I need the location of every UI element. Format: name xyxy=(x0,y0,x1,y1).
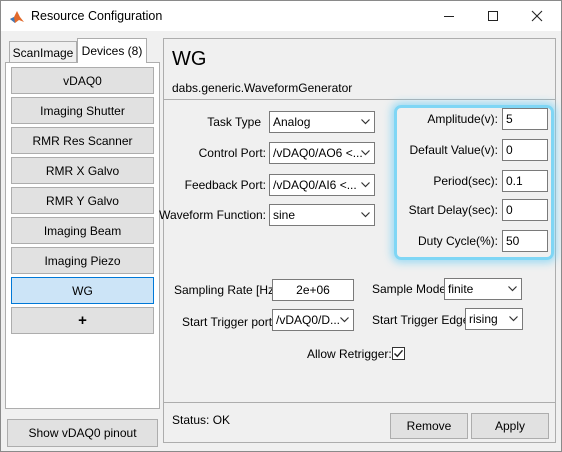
device-button-rmr-res-scanner[interactable]: RMR Res Scanner xyxy=(11,127,154,154)
device-label: RMR X Galvo xyxy=(45,163,120,178)
sampling-rate-label: Sampling Rate [Hz]: xyxy=(174,283,281,297)
close-icon xyxy=(531,10,543,22)
device-button-imaging-shutter[interactable]: Imaging Shutter xyxy=(11,97,154,124)
device-name-title: WG xyxy=(172,48,207,70)
start-trigger-port-value: /vDAQ0/D... xyxy=(276,313,341,327)
sample-mode-label: Sample Mode: xyxy=(372,282,450,296)
control-port-label: Control Port: xyxy=(198,146,266,160)
device-label: Imaging Piezo xyxy=(44,253,121,268)
device-class-label: dabs.generic.WaveformGenerator xyxy=(172,81,353,95)
device-label: RMR Y Galvo xyxy=(46,193,119,208)
status-text: Status: OK xyxy=(172,413,231,427)
title-bar[interactable]: Resource Configuration xyxy=(1,1,561,31)
tab-label: ScanImage xyxy=(12,45,74,60)
amplitude-label: Amplitude(v): xyxy=(427,112,498,126)
chevron-down-icon xyxy=(357,112,374,132)
device-config-panel: WG dabs.generic.WaveformGenerator Task T… xyxy=(159,38,556,443)
allow-retrigger-checkbox[interactable] xyxy=(392,347,405,360)
default-value-input[interactable]: 0 xyxy=(502,139,548,161)
chevron-down-icon xyxy=(357,175,374,195)
resource-configuration-window: Resource Configuration ScanImage Devices… xyxy=(0,0,562,452)
task-type-dropdown[interactable]: Analog xyxy=(269,111,375,133)
add-device-button[interactable]: + xyxy=(11,307,154,334)
device-label: vDAQ0 xyxy=(63,73,102,88)
remove-button[interactable]: Remove xyxy=(390,413,468,439)
apply-button[interactable]: Apply xyxy=(471,413,549,439)
tab-label: Devices (8) xyxy=(81,44,143,58)
chevron-down-icon xyxy=(505,309,522,329)
chevron-down-icon xyxy=(357,143,374,163)
start-trigger-edge-label: Start Trigger Edge: xyxy=(372,313,473,327)
start-trigger-port-dropdown[interactable]: /vDAQ0/D... xyxy=(272,309,354,331)
device-button-wg[interactable]: WG xyxy=(11,277,154,304)
start-trigger-edge-value: rising xyxy=(469,312,498,326)
apply-label: Apply xyxy=(494,419,526,433)
tab-scanimage[interactable]: ScanImage xyxy=(9,41,77,63)
feedback-port-dropdown[interactable]: /vDAQ0/AI6 <... xyxy=(269,174,375,196)
maximize-button[interactable] xyxy=(471,1,515,31)
show-pinout-label: Show vDAQ0 pinout xyxy=(28,426,137,440)
plus-icon: + xyxy=(78,312,87,329)
period-input[interactable]: 0.1 xyxy=(502,170,548,192)
task-type-value: Analog xyxy=(273,115,311,129)
minimize-button[interactable] xyxy=(427,1,471,31)
duty-cycle-input[interactable]: 50 xyxy=(502,230,548,252)
sampling-rate-input[interactable]: 2e+06 xyxy=(272,279,354,301)
device-button-imaging-beam[interactable]: Imaging Beam xyxy=(11,217,154,244)
device-button-rmr-y-galvo[interactable]: RMR Y Galvo xyxy=(11,187,154,214)
control-port-value: /vDAQ0/AO6 <... xyxy=(273,146,363,160)
show-pinout-button[interactable]: Show vDAQ0 pinout xyxy=(7,419,158,447)
device-label: RMR Res Scanner xyxy=(32,133,133,148)
allow-retrigger-label: Allow Retrigger: xyxy=(307,347,392,361)
feedback-port-value: /vDAQ0/AI6 <... xyxy=(273,178,357,192)
minimize-icon xyxy=(444,16,454,17)
sample-mode-dropdown[interactable]: finite xyxy=(444,278,522,300)
start-delay-label: Start Delay(sec): xyxy=(408,203,498,217)
device-label: WG xyxy=(72,283,93,298)
matlab-logo-icon xyxy=(10,11,24,23)
task-type-label: Task Type xyxy=(207,115,261,129)
device-button-rmr-x-galvo[interactable]: RMR X Galvo xyxy=(11,157,154,184)
start-trigger-port-label: Start Trigger port: xyxy=(182,315,276,329)
device-button-vdaq0[interactable]: vDAQ0 xyxy=(11,67,154,94)
chevron-down-icon xyxy=(504,279,521,299)
start-delay-input[interactable]: 0 xyxy=(502,199,548,221)
window-title: Resource Configuration xyxy=(31,9,163,23)
device-button-imaging-piezo[interactable]: Imaging Piezo xyxy=(11,247,154,274)
maximize-icon xyxy=(488,11,498,21)
period-label: Period(sec): xyxy=(433,174,498,188)
chevron-down-icon xyxy=(336,310,353,330)
checkmark-icon xyxy=(394,349,404,358)
device-list-panel: vDAQ0 Imaging Shutter RMR Res Scanner RM… xyxy=(5,62,160,409)
waveform-function-label: Waveform Function: xyxy=(159,208,266,222)
default-value-label: Default Value(v): xyxy=(409,143,498,157)
close-button[interactable] xyxy=(515,1,559,31)
feedback-port-label: Feedback Port: xyxy=(184,178,266,192)
sample-mode-value: finite xyxy=(448,282,474,296)
device-label: Imaging Shutter xyxy=(40,103,125,118)
start-trigger-edge-dropdown[interactable]: rising xyxy=(465,308,523,330)
separator xyxy=(164,99,555,100)
waveform-function-dropdown[interactable]: sine xyxy=(269,204,375,226)
tab-devices[interactable]: Devices (8) xyxy=(77,38,147,63)
device-label: Imaging Beam xyxy=(43,223,122,238)
chevron-down-icon xyxy=(357,205,374,225)
duty-cycle-label: Duty Cycle(%): xyxy=(417,234,498,248)
remove-label: Remove xyxy=(406,419,452,433)
separator xyxy=(164,402,555,403)
control-port-dropdown[interactable]: /vDAQ0/AO6 <... xyxy=(269,142,375,164)
amplitude-input[interactable]: 5 xyxy=(502,108,548,130)
waveform-function-value: sine xyxy=(273,208,296,222)
